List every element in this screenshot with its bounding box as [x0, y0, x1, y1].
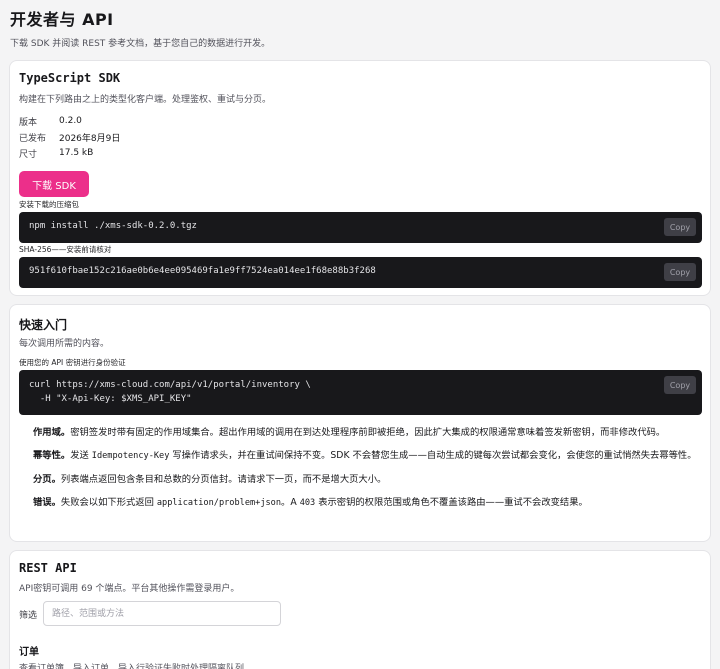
note-err-mid: 。A — [281, 497, 297, 508]
note-scope-title: 作用域。 — [33, 427, 71, 438]
meta-row-size: 尺寸 17.5 kB — [19, 145, 120, 161]
install-code-block: npm install ./xms-sdk-0.2.0.tgz Copy — [19, 212, 702, 243]
meta-key: 已发布 — [19, 133, 47, 144]
note-err-pre: 失败会以如下形式返回 — [60, 497, 154, 508]
page-title: 开发者与 API — [10, 10, 114, 29]
note-pagination: 分页。列表端点返回包含条目和总数的分页信封。请请求下一页，而不是增大页大小。 — [33, 472, 703, 487]
note-scope: 作用域。密钥签发时带有固定的作用域集合。超出作用域的调用在到达处理程序前即被拒绝… — [33, 425, 703, 440]
meta-value: 17.5 kB — [59, 148, 94, 158]
filter-label: 筛选 — [19, 611, 38, 621]
sdk-meta-table: 版本 0.2.0 已发布 2026年8月9日 尺寸 17.5 kB — [19, 113, 120, 161]
rest-description: API密钥可调用 69 个端点。平台其他操作需登录用户。 — [19, 584, 240, 594]
note-idem-pre: 发送 — [70, 450, 89, 461]
note-page-title: 分页。 — [33, 474, 61, 485]
sdk-card: TypeScript SDK 构建在下列路由之上的类型化客户端。处理鉴权、重试与… — [9, 60, 711, 296]
copy-install-button[interactable]: Copy — [664, 218, 696, 236]
curl-line-1: curl https://xms-cloud.com/api/v1/portal… — [29, 380, 311, 390]
meta-row-version: 版本 0.2.0 — [19, 113, 120, 129]
copy-curl-button[interactable]: Copy — [664, 376, 696, 394]
sha-value: 951f610fbae152c216ae0b6e4ee095469fa1e9ff… — [29, 266, 376, 276]
status-403-code: 403 — [299, 498, 316, 508]
note-idem-post: 写操作请求头，并在重试间保持不变。SDK 不会替您生成——自动生成的键每次尝试都… — [172, 450, 697, 461]
note-page-text: 列表端点返回包含条目和总数的分页信封。请请求下一页，而不是增大页大小。 — [60, 474, 387, 485]
meta-key: 尺寸 — [19, 149, 38, 160]
sdk-description: 构建在下列路由之上的类型化客户端。处理鉴权、重试与分页。 — [19, 95, 272, 105]
quickstart-description: 每次调用所需的内容。 — [19, 339, 110, 349]
copy-sha-button[interactable]: Copy — [664, 263, 696, 281]
install-label: 安装下载的压缩包 — [19, 200, 79, 209]
rest-title: REST API — [19, 561, 77, 575]
meta-value: 0.2.0 — [59, 116, 82, 126]
idempotency-key-code: Idempotency-Key — [91, 451, 170, 461]
quickstart-title: 快速入门 — [19, 318, 68, 332]
sha-label: SHA-256——安装前请核对 — [19, 245, 112, 254]
meta-value: 2026年8月9日 — [59, 133, 121, 144]
note-errors: 错误。失败会以如下形式返回 application/problem+json。A… — [33, 495, 703, 511]
auth-label: 使用您的 API 密钥进行身份验证 — [19, 358, 126, 367]
problem-json-code: application/problem+json — [156, 498, 282, 508]
section-orders-title: 订单 — [19, 647, 39, 658]
install-command: npm install ./xms-sdk-0.2.0.tgz — [29, 221, 197, 231]
meta-key: 版本 — [19, 117, 38, 128]
meta-row-published: 已发布 2026年8月9日 — [19, 129, 120, 145]
filter-input[interactable] — [43, 601, 281, 626]
rest-api-card: REST API API密钥可调用 69 个端点。平台其他操作需登录用户。 筛选… — [9, 550, 711, 669]
note-idempotency: 幂等性。发送 Idempotency-Key 写操作请求头，并在重试间保持不变。… — [33, 448, 703, 464]
page-subtitle: 下载 SDK 并阅读 REST 参考文档，基于您自己的数据进行开发。 — [10, 39, 271, 49]
note-idem-title: 幂等性。 — [33, 450, 71, 461]
sdk-title: TypeScript SDK — [19, 71, 121, 85]
page-header: 开发者与 API 下载 SDK 并阅读 REST 参考文档，基于您自己的数据进行… — [10, 6, 270, 49]
quickstart-card: 快速入门 每次调用所需的内容。 使用您的 API 密钥进行身份验证 curl h… — [9, 304, 711, 542]
section-orders-description: 查看订单簿、导入订单、导入行验证失败时处理隔离队列。 — [19, 664, 254, 669]
note-err-post: 表示密钥的权限范围或角色不覆盖该路由——重试不会改变结果。 — [318, 497, 588, 508]
curl-code-block: curl https://xms-cloud.com/api/v1/portal… — [19, 370, 702, 415]
note-err-title: 错误。 — [33, 497, 61, 508]
sha-code-block: 951f610fbae152c216ae0b6e4ee095469fa1e9ff… — [19, 257, 702, 288]
quickstart-notes: 作用域。密钥签发时带有固定的作用域集合。超出作用域的调用在到达处理程序前即被拒绝… — [33, 425, 703, 519]
download-sdk-button[interactable]: 下载 SDK — [19, 171, 89, 197]
note-scope-text: 密钥签发时带有固定的作用域集合。超出作用域的调用在到达处理程序前即被拒绝，因此扩… — [70, 427, 666, 438]
curl-line-2: -H "X-Api-Key: $XMS_API_KEY" — [29, 394, 192, 404]
